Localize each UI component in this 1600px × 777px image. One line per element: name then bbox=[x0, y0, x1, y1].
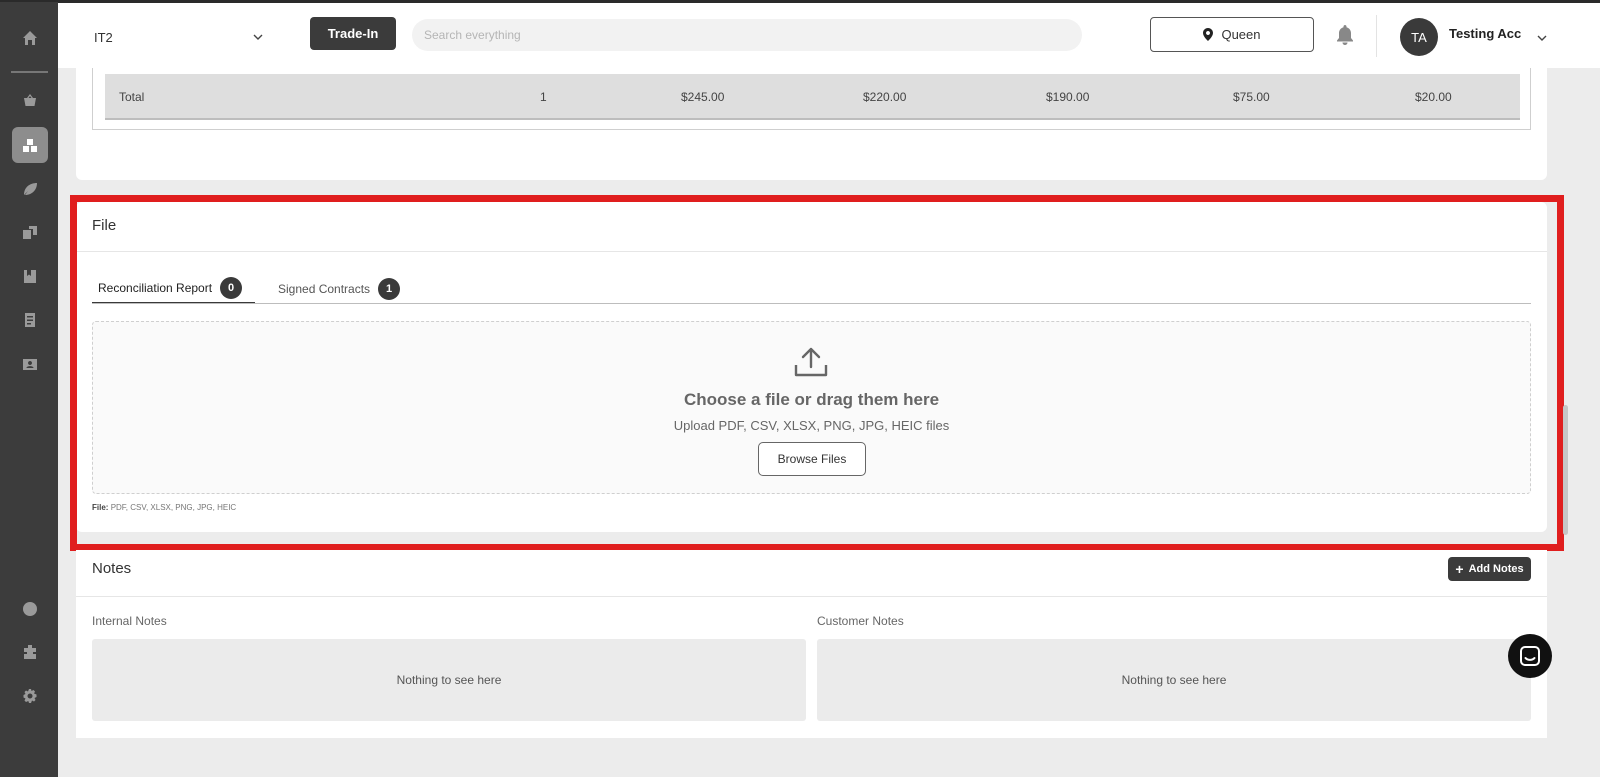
inventory-icon bbox=[23, 139, 37, 152]
tab-count-badge: 1 bbox=[378, 278, 401, 300]
internal-notes-label: Internal Notes bbox=[92, 614, 167, 628]
leaf-icon bbox=[24, 183, 37, 195]
trade-in-button[interactable]: Trade-In bbox=[310, 17, 396, 50]
internal-notes-box: Nothing to see here bbox=[92, 639, 806, 721]
user-menu-chevron-icon[interactable] bbox=[1536, 32, 1548, 44]
totals-qty: 1 bbox=[540, 90, 547, 104]
notes-section-divider bbox=[76, 596, 1547, 597]
sidebar-item-trade[interactable] bbox=[12, 171, 48, 207]
contacts-icon bbox=[23, 359, 37, 370]
totals-col-1: $245.00 bbox=[681, 90, 725, 104]
add-notes-label: Add Notes bbox=[1468, 563, 1524, 575]
receipt-icon bbox=[25, 313, 35, 327]
chevron-down-icon bbox=[253, 34, 263, 40]
sidebar-item-customers[interactable] bbox=[12, 346, 48, 382]
plugin-icon bbox=[24, 645, 36, 659]
dropzone-title: Choose a file or drag them here bbox=[683, 390, 940, 409]
totals-col-4: $75.00 bbox=[1233, 90, 1270, 104]
sidebar-item-help[interactable] bbox=[12, 591, 48, 627]
sidebar-item-settings[interactable] bbox=[12, 678, 48, 714]
totals-col-5: $20.00 bbox=[1415, 90, 1452, 104]
sidebar-item-sales[interactable] bbox=[12, 82, 48, 118]
notes-section-title: Notes bbox=[92, 560, 132, 577]
top-header: IT2 Trade-In Queen TA Testing Acc bbox=[58, 0, 1600, 68]
file-card: File Reconciliation Report 0 Signed Cont… bbox=[76, 202, 1547, 532]
boxes-icon bbox=[23, 226, 37, 239]
file-note-label: File: bbox=[92, 503, 109, 512]
chat-launcher-button[interactable] bbox=[1508, 634, 1552, 678]
totals-row: Total 1 $245.00 $220.00 $190.00 $75.00 $… bbox=[105, 74, 1520, 120]
avatar[interactable]: TA bbox=[1400, 18, 1438, 56]
header-divider bbox=[1376, 15, 1377, 57]
totals-col-3: $190.00 bbox=[1046, 90, 1090, 104]
notes-card: Notes + Add Notes Internal Notes Custome… bbox=[76, 550, 1547, 738]
totals-table: Total 1 $245.00 $220.00 $190.00 $75.00 $… bbox=[92, 68, 1531, 130]
file-dropzone[interactable]: Choose a file or drag them here Upload P… bbox=[92, 321, 1531, 494]
tabs-underline bbox=[92, 303, 1531, 304]
help-icon bbox=[23, 602, 37, 616]
upload-icon bbox=[794, 347, 828, 377]
sidebar bbox=[0, 0, 58, 777]
location-label: Queen bbox=[1221, 27, 1261, 42]
totals-label: Total bbox=[119, 90, 145, 104]
store-select[interactable]: IT2 bbox=[94, 23, 264, 51]
location-button[interactable]: Queen bbox=[1150, 17, 1314, 52]
sidebar-item-inventory[interactable] bbox=[12, 127, 48, 163]
settings-icon bbox=[23, 689, 37, 703]
add-notes-button[interactable]: + Add Notes bbox=[1448, 557, 1531, 581]
sidebar-top-line bbox=[0, 0, 58, 2]
notifications-button[interactable] bbox=[1336, 25, 1356, 45]
tab-label: Signed Contracts bbox=[278, 282, 371, 296]
page-scrollbar[interactable] bbox=[1563, 405, 1568, 535]
file-types-note: File: PDF, CSV, XLSX, PNG, JPG, HEIC bbox=[92, 503, 236, 512]
file-note-types: PDF, CSV, XLSX, PNG, JPG, HEIC bbox=[110, 503, 237, 512]
browse-files-button[interactable]: Browse Files bbox=[758, 442, 866, 476]
totals-card: Total 1 $245.00 $220.00 $190.00 $75.00 $… bbox=[76, 68, 1547, 180]
store-select-value: IT2 bbox=[94, 29, 113, 45]
sidebar-item-orders[interactable] bbox=[12, 214, 48, 250]
tab-signed-contracts[interactable]: Signed Contracts 1 bbox=[272, 274, 406, 304]
customer-notes-box: Nothing to see here bbox=[817, 639, 1531, 721]
bookmark-icon bbox=[24, 270, 36, 283]
file-section-title: File bbox=[92, 217, 117, 234]
sidebar-item-reports[interactable] bbox=[12, 302, 48, 338]
basket-icon bbox=[24, 94, 36, 106]
user-name[interactable]: Testing Acc bbox=[1449, 26, 1521, 41]
chat-icon bbox=[1520, 646, 1540, 666]
search-input[interactable] bbox=[412, 19, 1082, 51]
plus-icon: + bbox=[1455, 561, 1464, 577]
totals-col-2: $220.00 bbox=[863, 90, 907, 104]
dropzone-subtitle: Upload PDF, CSV, XLSX, PNG, JPG, HEIC fi… bbox=[673, 418, 950, 433]
file-section-divider bbox=[76, 251, 1547, 252]
tab-count-badge: 0 bbox=[220, 277, 243, 299]
sidebar-item-plugins[interactable] bbox=[12, 634, 48, 670]
customer-notes-label: Customer Notes bbox=[817, 614, 904, 628]
sidebar-divider bbox=[11, 71, 48, 73]
bell-icon bbox=[1337, 25, 1353, 45]
sidebar-item-catalog[interactable] bbox=[12, 258, 48, 294]
location-pin-icon bbox=[1203, 28, 1214, 41]
home-icon bbox=[23, 31, 37, 45]
tab-label: Reconciliation Report bbox=[98, 281, 213, 295]
sidebar-item-home[interactable] bbox=[12, 20, 48, 56]
tab-reconciliation-report[interactable]: Reconciliation Report 0 bbox=[92, 274, 255, 304]
